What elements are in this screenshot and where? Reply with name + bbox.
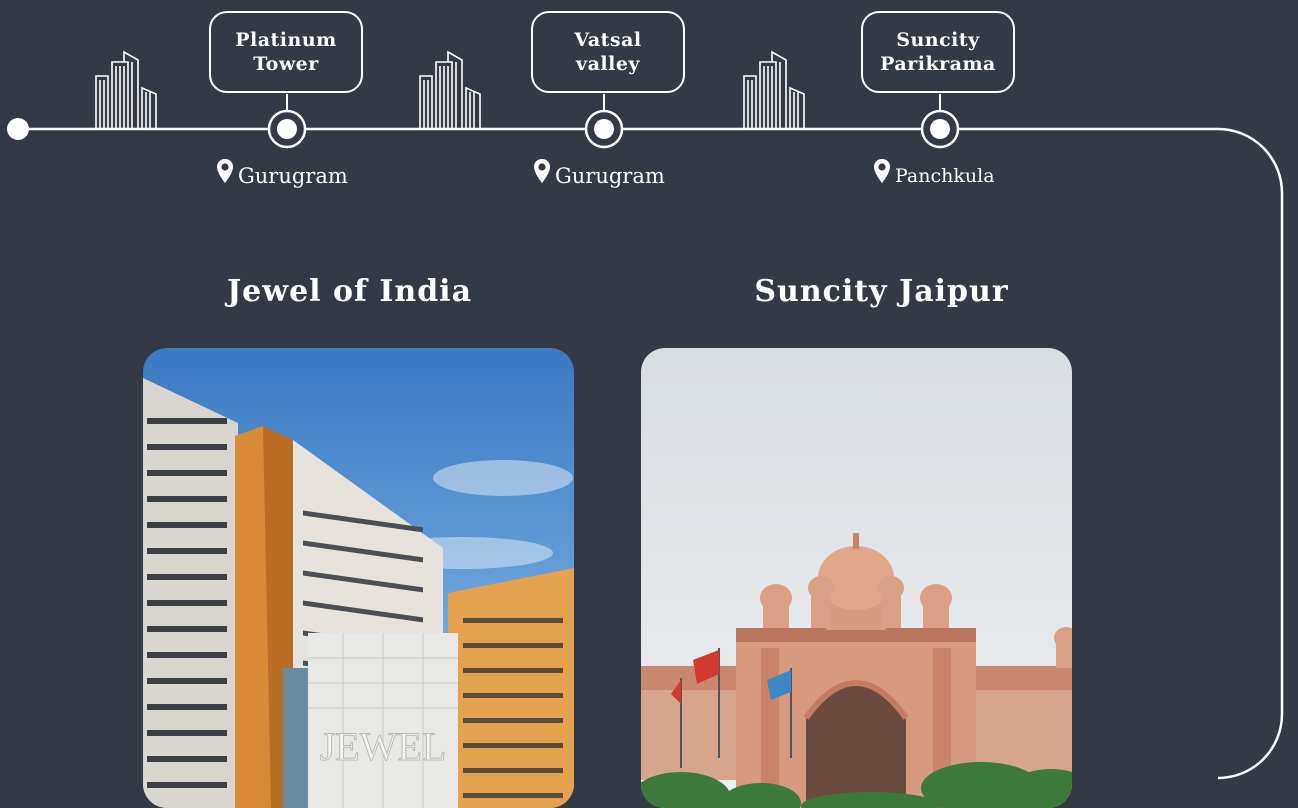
location-label: Panchkula: [895, 165, 995, 187]
timeline-marker-icon: [584, 109, 624, 149]
location-pin-icon: [534, 159, 550, 183]
location-label: Gurugram: [555, 164, 665, 188]
project-box-platinum-tower: Platinum Tower: [209, 11, 363, 93]
gateway-photo: [641, 348, 1072, 808]
project-box-suncity-parikrama: Suncity Parikrama: [861, 11, 1015, 93]
timeline-marker-icon: [920, 109, 960, 149]
buildings-icon: [95, 50, 157, 130]
project-image-suncity-jaipur[interactable]: [641, 348, 1072, 808]
building-sign-text: JEWEL: [320, 724, 447, 769]
location-pin-icon: [217, 159, 233, 183]
location-pin-icon: [874, 159, 890, 183]
project-name: Platinum Tower: [235, 29, 337, 75]
card-title-suncity-jaipur: Suncity Jaipur: [754, 274, 1009, 309]
project-location: Gurugram: [533, 158, 665, 188]
project-name: Vatsal valley: [574, 29, 642, 75]
project-location: Gurugram: [216, 158, 348, 188]
timeline-marker-icon: [267, 109, 307, 149]
location-label: Gurugram: [238, 164, 348, 188]
project-image-jewel-of-india[interactable]: JEWEL: [143, 348, 574, 808]
buildings-icon: [419, 50, 481, 130]
project-box-vatsal-valley: Vatsal valley: [531, 11, 685, 93]
project-location: Panchkula: [873, 158, 995, 188]
project-name: Suncity Parikrama: [880, 29, 996, 75]
buildings-icon: [743, 50, 805, 130]
building-photo: JEWEL: [143, 348, 574, 808]
card-title-jewel-of-india: Jewel of India: [226, 274, 473, 309]
